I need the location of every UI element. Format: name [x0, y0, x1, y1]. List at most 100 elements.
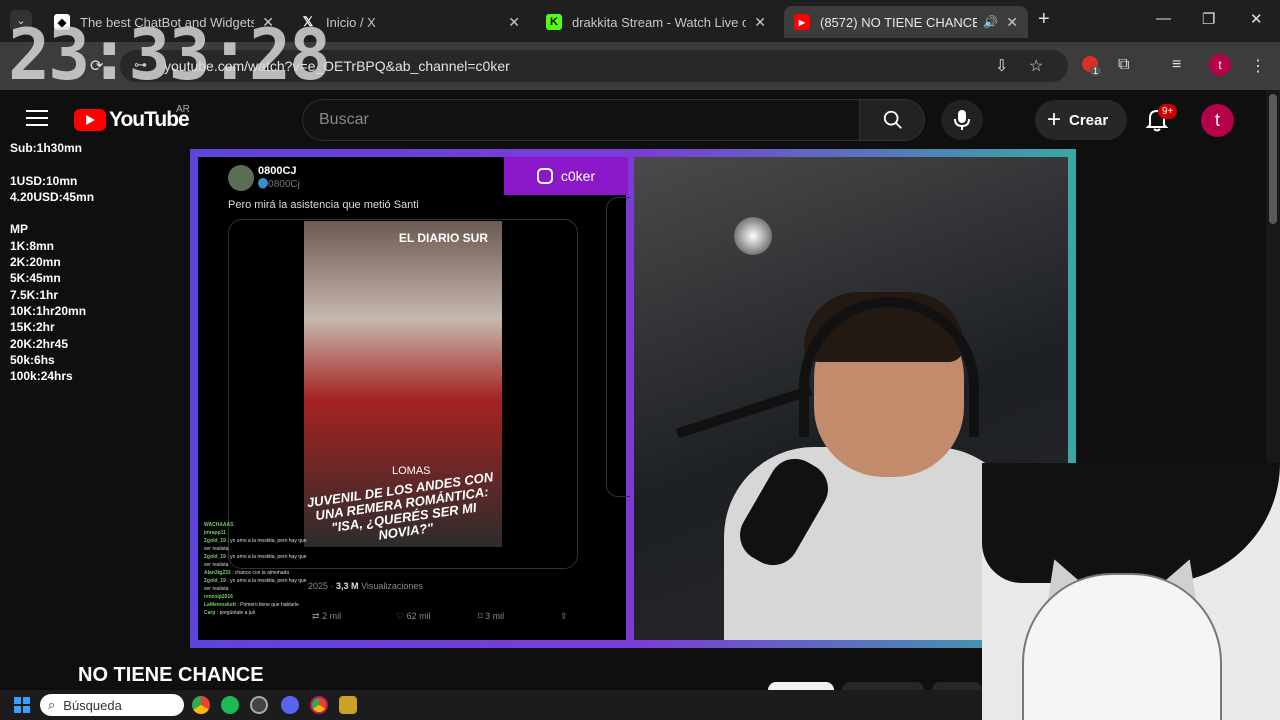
search-input[interactable]: [319, 111, 819, 129]
goal-line: Sub:1h30mn: [10, 141, 83, 155]
app-icon[interactable]: [250, 696, 268, 714]
goal-line: 20K:2hr45: [10, 336, 69, 351]
chat-message: Carp : pregúntale a juli: [204, 609, 314, 617]
goal-line: 5K:45mn: [10, 271, 61, 286]
extension-badge: 1: [1090, 66, 1102, 76]
video-headline: JUVENIL DE LOS ANDES CON UNA REMERA ROMÁ…: [305, 469, 495, 543]
youtube-header: YouTube AR + Crear 9+ t: [0, 90, 1266, 150]
kick-icon: K: [546, 14, 562, 30]
chat-message: Zgold_19 : yo amo a la moskita, pero hay…: [204, 577, 314, 593]
close-icon[interactable]: ✕: [754, 14, 766, 31]
media-control-icon[interactable]: ≡: [1172, 56, 1181, 74]
youtube-icon: ▶: [794, 14, 810, 30]
instagram-handle-badge: c0ker: [504, 157, 628, 195]
chat-username: Carp: [204, 610, 216, 616]
chrome-profile-icon[interactable]: [310, 696, 328, 714]
search-box: [302, 99, 860, 141]
chat-message: Zgold_19 : yo amo a la moskita, pero hay…: [204, 553, 314, 569]
close-window-icon[interactable]: ✕: [1250, 10, 1263, 28]
tweet-text: Pero mirá la asistencia que metió Santi: [228, 199, 419, 211]
country-code: AR: [176, 104, 190, 115]
tweet-bookmarks: ⌑ 3 mil: [478, 611, 505, 621]
shared-tweet-screen: 0800CJ @0800Cj Pero mirá la asistencia q…: [198, 157, 630, 640]
search-icon: ⌕: [48, 697, 56, 712]
spotify-icon[interactable]: [221, 696, 239, 714]
video-title: NO TIENE CHANCE: [78, 664, 264, 686]
chat-username: jmrapp11: [204, 530, 226, 536]
goal-line: 7.5K:1hr: [10, 287, 59, 302]
close-icon[interactable]: ✕: [508, 14, 520, 31]
profile-avatar[interactable]: t: [1209, 54, 1231, 76]
goal-line: 50k:6hs: [10, 352, 55, 367]
artwork-cat: [1022, 573, 1222, 720]
windows-taskbar: ⌕ Búsqueda: [0, 690, 982, 720]
browser-tab-youtube[interactable]: ▶ (8572) NO TIENE CHANCE 🔊 ✕: [784, 6, 1028, 38]
more-menu-icon[interactable]: ⋮: [1250, 56, 1266, 76]
chat-message: Alan3tg233 : chance con la almohada: [204, 569, 314, 577]
goal-line: MP: [10, 222, 28, 237]
chat-text: : chance con la almohada: [232, 570, 290, 576]
plus-icon: +: [1047, 106, 1062, 133]
video-brand-logo: EL DIARIO SUR: [398, 231, 488, 245]
scrollbar-thumb[interactable]: [1269, 94, 1277, 224]
tweet-replies: ⇄ 2 mil: [312, 611, 342, 621]
chat-message: LaMemoskett : Primero tiene que hablarle: [204, 601, 314, 609]
bookmark-star-icon[interactable]: ☆: [1029, 56, 1043, 76]
chat-username: Alan3tg233: [204, 570, 231, 576]
youtube-play-icon: [74, 109, 106, 131]
mic-arm: [675, 385, 813, 439]
minimize-icon[interactable]: —: [1156, 10, 1171, 27]
windows-start-icon[interactable]: [14, 697, 30, 713]
goal-line: 1USD:10mn: [10, 173, 78, 188]
goal-line: 15K:2hr: [10, 320, 55, 335]
goal-line: 1K:8mn: [10, 238, 55, 253]
new-tab-button[interactable]: +: [1038, 8, 1050, 31]
bookmark-icon: ⌑: [478, 611, 483, 621]
install-app-icon[interactable]: ⇩: [995, 56, 1008, 76]
close-icon[interactable]: ✕: [1006, 14, 1018, 31]
chat-message: renzolp2016: [204, 593, 314, 601]
create-button[interactable]: + Crear: [1035, 100, 1127, 140]
chat-username: renzolp2016: [204, 594, 233, 600]
goal-line: 2K:20mn: [10, 255, 61, 270]
youtube-logo[interactable]: YouTube: [74, 108, 190, 132]
video-location-label: LOMAS: [392, 465, 431, 477]
maximize-icon[interactable]: ❐: [1202, 10, 1215, 28]
heart-icon: ♡: [396, 611, 405, 621]
goal-line: 100k:24hrs: [10, 369, 73, 384]
notification-count-badge: 9+: [1158, 104, 1178, 119]
tweet-author-handle: @0800Cj: [258, 179, 300, 190]
chrome-icon[interactable]: [192, 696, 210, 714]
tweet-sidebar-panel: [606, 197, 630, 497]
video-player[interactable]: 0800CJ @0800Cj Pero mirá la asistencia q…: [190, 149, 1076, 648]
discord-icon[interactable]: [281, 696, 299, 714]
chat-username: Zgold_19: [204, 554, 226, 560]
chat-message: WACHAAAS: [204, 521, 314, 529]
artwork-hair: [982, 463, 1280, 583]
microphone-icon: [954, 110, 970, 130]
account-avatar[interactable]: t: [1201, 104, 1234, 137]
chat-username: Zgold_19: [204, 578, 226, 584]
chat-message: Zgold_19 : yo amo a la moskita, pero hay…: [204, 537, 314, 553]
hamburger-menu-icon[interactable]: [26, 110, 48, 128]
puzzle-extensions-icon[interactable]: ⧉: [1118, 56, 1129, 74]
game-launcher-icon[interactable]: [339, 696, 357, 714]
goal-line: [10, 156, 94, 172]
tweet-video: EL DIARIO SUR LOMAS JUVENIL DE LOS ANDES…: [304, 221, 502, 547]
browser-tab-kick[interactable]: K drakkita Stream - Watch Live on ✕: [536, 6, 776, 38]
cat-artwork-overlay: [982, 463, 1280, 720]
goal-line: [10, 205, 94, 221]
voice-search-button[interactable]: [941, 100, 983, 140]
chat-message: jmrapp11: [204, 529, 314, 537]
speaker-icon[interactable]: 🔊: [983, 15, 998, 29]
instagram-icon: [536, 168, 553, 184]
subathon-goals-overlay: Sub:1h30mn 1USD:10mn 4.20USD:45mn MP 1K:8mn 2…: [10, 140, 94, 384]
taskbar-search-box[interactable]: ⌕ Búsqueda: [40, 694, 184, 716]
goal-line: 10K:1hr20mn: [10, 303, 87, 318]
clock-overlay: 23:33:28: [8, 14, 331, 96]
search-button[interactable]: [859, 99, 925, 141]
chat-username: WACHAAAS: [204, 522, 234, 528]
chat-username: LaMemoskett: [204, 602, 236, 608]
tweet-views: 2025 · 3,3 M Visualizaciones: [308, 581, 423, 591]
stream-chat-overlay: WACHAAAS jmrapp11 Zgold_19 : yo amo a la…: [204, 521, 314, 617]
